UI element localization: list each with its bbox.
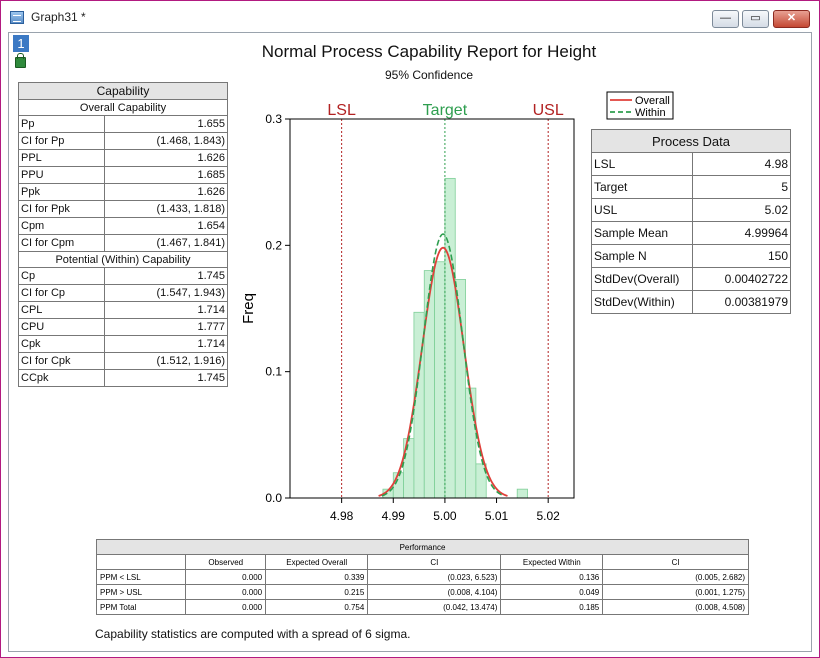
- process-data-value: 0.00402722: [692, 267, 791, 291]
- y-tick-label: 0.0: [265, 491, 282, 505]
- process-data-value: 0.00381979: [692, 290, 791, 314]
- y-tick-label: 0.3: [265, 112, 282, 126]
- performance-column-header-row: Observed Expected Overall CI Expected Withi…: [95, 554, 749, 570]
- performance-row: PPM < LSL 0.000 0.339 (0.023, 6.523) 0.136 (0…: [95, 569, 749, 585]
- histogram-bar[interactable]: [423, 270, 435, 499]
- y-tick-label: 0.1: [265, 365, 282, 379]
- performance-row-label: PPM > USL: [95, 584, 187, 600]
- process-data-row: Target 5: [591, 175, 791, 199]
- performance-header: Performance: [96, 539, 749, 555]
- performance-cell: (0.042, 13.474): [367, 599, 502, 615]
- y-tick-label: 0.2: [265, 238, 282, 252]
- performance-cell: (0.008, 4.508): [602, 599, 749, 615]
- performance-column-header: CI: [602, 554, 749, 570]
- window-title: Graph31 *: [31, 10, 86, 24]
- graph-page[interactable]: 1 Normal Process Capability Report for H…: [8, 32, 812, 652]
- performance-column-header: Observed: [185, 554, 267, 570]
- performance-cell: 0.215: [265, 584, 369, 600]
- process-data-value: 4.99964: [692, 221, 791, 245]
- process-data-label: StdDev(Overall): [591, 267, 693, 291]
- performance-cell: 0.136: [500, 569, 604, 585]
- maximize-button[interactable]: ▭: [742, 10, 769, 28]
- process-data-row: Sample Mean 4.99964: [591, 221, 791, 245]
- spec-limit-label: LSL: [327, 102, 356, 119]
- chart-legend[interactable]: OverallWithin: [606, 91, 674, 120]
- process-data-header: Process Data: [591, 129, 791, 153]
- performance-column-header: CI: [367, 554, 502, 570]
- x-tick-label: 5.00: [433, 509, 457, 523]
- performance-cell: 0.000: [185, 584, 267, 600]
- process-data-row: Sample N 150: [591, 244, 791, 268]
- capability-footnote: Capability statistics are computed with …: [95, 627, 411, 641]
- process-data-label: USL: [591, 198, 693, 222]
- title-bar[interactable]: Graph31 * — ▭ ✕: [1, 1, 819, 31]
- histogram-bar[interactable]: [516, 488, 528, 499]
- histogram-bar[interactable]: [392, 472, 405, 499]
- histogram-bar[interactable]: [454, 279, 466, 499]
- process-data-value: 150: [692, 244, 791, 268]
- performance-row-label: PPM < LSL: [95, 569, 187, 585]
- x-tick-label: 4.98: [330, 509, 354, 523]
- process-data-row: LSL 4.98: [591, 152, 791, 176]
- process-data-label: Sample Mean: [591, 221, 693, 245]
- legend-label: Within: [635, 107, 666, 119]
- performance-row-label: PPM Total: [95, 599, 187, 615]
- graph-window-icon[interactable]: [10, 11, 24, 24]
- performance-cell: 0.339: [265, 569, 369, 585]
- histogram-bar[interactable]: [434, 261, 446, 499]
- process-data-label: LSL: [591, 152, 693, 176]
- process-data-row: USL 5.02: [591, 198, 791, 222]
- spec-limit-label: Target: [423, 102, 468, 119]
- performance-row: PPM > USL 0.000 0.215 (0.008, 4.104) 0.049 (0…: [95, 584, 749, 600]
- performance-table: Performance Observed Expected Overall CI Ex…: [95, 539, 749, 615]
- performance-cell: (0.023, 6.523): [367, 569, 502, 585]
- performance-cell: 0.049: [500, 584, 604, 600]
- performance-cell: 0.185: [500, 599, 604, 615]
- process-data-value: 5: [692, 175, 791, 199]
- x-tick-label: 5.01: [485, 509, 509, 523]
- close-button[interactable]: ✕: [773, 10, 810, 28]
- performance-column-header: Expected Overall: [265, 554, 369, 570]
- y-axis-label: Freq: [240, 293, 257, 324]
- performance-cell: (0.008, 4.104): [367, 584, 502, 600]
- performance-row: PPM Total 0.000 0.754 (0.042, 13.474) 0.185(…: [95, 599, 749, 615]
- process-data-value: 5.02: [692, 198, 791, 222]
- performance-cell: 0.000: [185, 599, 267, 615]
- x-tick-label: 4.99: [382, 509, 406, 523]
- minimize-button[interactable]: —: [712, 10, 739, 28]
- process-data-label: StdDev(Within): [591, 290, 693, 314]
- process-data-label: Target: [591, 175, 693, 199]
- process-data-row: StdDev(Overall) 0.00402722: [591, 267, 791, 291]
- process-data-label: Sample N: [591, 244, 693, 268]
- performance-cell: (0.005, 2.682): [602, 569, 749, 585]
- performance-cell: 0.000: [185, 569, 267, 585]
- histogram-bar[interactable]: [444, 177, 456, 499]
- x-tick-label: 5.02: [537, 509, 561, 523]
- performance-column-header: [95, 554, 187, 570]
- process-data-value: 4.98: [692, 152, 791, 176]
- performance-column-header: Expected Within: [500, 554, 604, 570]
- process-data-row: StdDev(Within) 0.00381979: [591, 290, 791, 314]
- legend-label: Overall: [635, 95, 670, 107]
- graph-window: Graph31 * — ▭ ✕ 1 Normal Process Capabil…: [0, 0, 820, 658]
- histogram-bar[interactable]: [465, 387, 477, 499]
- spec-limit-label: USL: [533, 102, 564, 119]
- performance-cell: 0.754: [265, 599, 369, 615]
- performance-cell: (0.001, 1.275): [602, 584, 749, 600]
- process-data-table: Process Data LSL 4.98 Target 5 USL 5.02 Sample…: [591, 129, 791, 314]
